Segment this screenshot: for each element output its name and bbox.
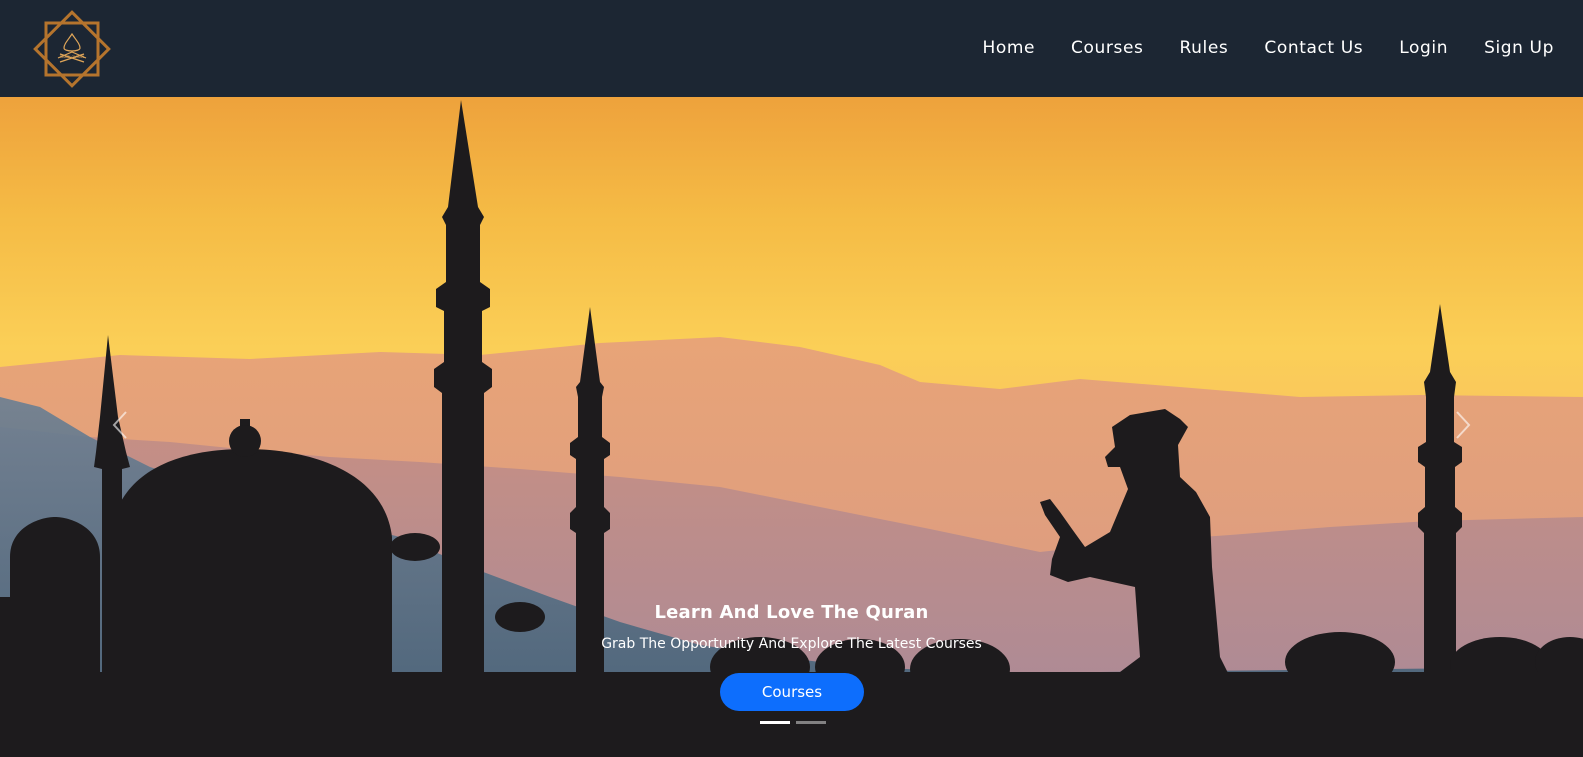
logo-text: RABBI QURAN <box>60 55 85 59</box>
nav-home[interactable]: Home <box>964 36 1053 60</box>
chevron-right-icon <box>1456 411 1471 439</box>
carousel-indicators <box>760 721 826 724</box>
nav-courses[interactable]: Courses <box>1053 36 1161 60</box>
carousel-caption: Learn And Love The Quran Grab The Opport… <box>0 602 1583 652</box>
nav-sign-up[interactable]: Sign Up <box>1466 36 1554 60</box>
nav-login[interactable]: Login <box>1381 36 1466 60</box>
main-nav: Home Courses Rules Contact Us Login Sign… <box>964 36 1554 60</box>
carousel-next[interactable] <box>1448 405 1478 445</box>
courses-button[interactable]: Courses <box>720 673 864 711</box>
logo-star-emblem: RABBI QURAN <box>33 10 111 88</box>
carousel-indicator-2[interactable] <box>796 721 826 724</box>
site-logo[interactable]: RABBI QURAN <box>28 6 116 92</box>
hero-image-mosque-sunset <box>0 97 1583 757</box>
carousel-indicator-1[interactable] <box>760 721 790 724</box>
carousel-prev[interactable] <box>105 405 135 445</box>
navbar: RABBI QURAN Home Courses Rules Contact U… <box>0 0 1583 97</box>
nav-rules[interactable]: Rules <box>1161 36 1246 60</box>
hero-carousel: Learn And Love The Quran Grab The Opport… <box>0 97 1583 757</box>
nav-contact-us[interactable]: Contact Us <box>1246 36 1381 60</box>
hero-subtitle: Grab The Opportunity And Explore The Lat… <box>601 636 982 652</box>
hero-title: Learn And Love The Quran <box>654 602 929 623</box>
chevron-left-icon <box>112 411 127 439</box>
